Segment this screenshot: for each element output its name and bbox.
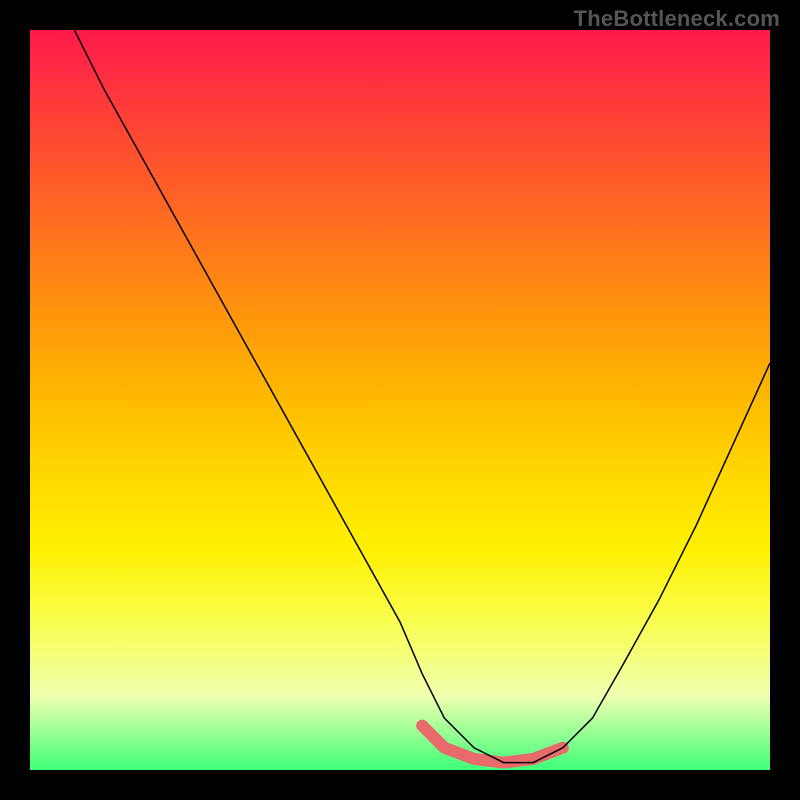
chart-frame: TheBottleneck.com bbox=[0, 0, 800, 800]
bottleneck-curve-line bbox=[74, 30, 770, 763]
plot-area bbox=[30, 30, 770, 770]
chart-svg bbox=[30, 30, 770, 770]
watermark-text: TheBottleneck.com bbox=[574, 6, 780, 32]
